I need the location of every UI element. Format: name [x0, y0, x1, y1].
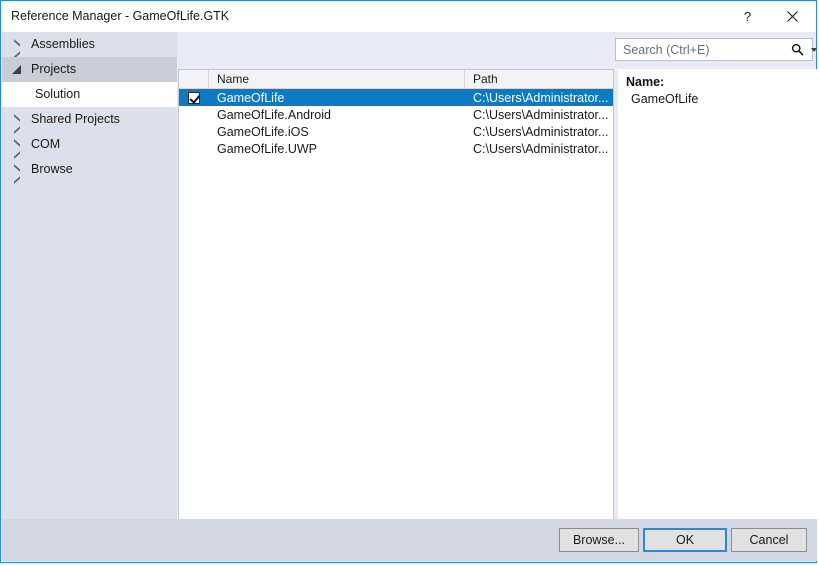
category-tree: Assemblies Projects Solution Shared Proj…: [2, 32, 177, 522]
title-bar: Reference Manager - GameOfLife.GTK ?: [1, 1, 816, 32]
sidebar-item-label: Browse: [31, 162, 73, 177]
chevron-right-icon: [12, 114, 23, 125]
chevron-down-icon: [12, 64, 23, 75]
sidebar-item-assemblies[interactable]: Assemblies: [2, 32, 177, 57]
sidebar-item-browse[interactable]: Browse: [2, 157, 177, 182]
table-row[interactable]: GameOfLife.iOS C:\Users\Administrator...: [179, 123, 613, 140]
row-checkbox-cell[interactable]: [179, 106, 209, 123]
browse-button[interactable]: Browse...: [559, 528, 639, 552]
magnifier-icon[interactable]: [788, 39, 807, 60]
details-name-label: Name:: [626, 75, 665, 89]
page-title: Reference Manager - GameOfLife.GTK: [11, 9, 230, 23]
column-header-path[interactable]: Path: [465, 70, 613, 88]
row-checkbox-cell[interactable]: [179, 89, 209, 106]
search-input[interactable]: [616, 40, 788, 59]
chevron-right-icon: [12, 139, 23, 150]
column-header-name[interactable]: Name: [209, 70, 465, 88]
sidebar-item-projects[interactable]: Projects: [2, 57, 177, 82]
chevron-right-icon: [12, 164, 23, 175]
sidebar-item-shared-projects[interactable]: Shared Projects: [2, 107, 177, 132]
table-row[interactable]: GameOfLife.UWP C:\Users\Administrator...: [179, 140, 613, 157]
row-name: GameOfLife: [217, 90, 285, 105]
row-name: GameOfLife.UWP: [217, 141, 318, 156]
row-checkbox-cell[interactable]: [179, 140, 209, 157]
checkbox-checked-icon[interactable]: [188, 91, 200, 104]
sidebar-item-label: Shared Projects: [31, 112, 120, 127]
reference-manager-dialog: Reference Manager - GameOfLife.GTK ? Ass…: [0, 0, 817, 563]
chevron-right-icon: [12, 39, 23, 50]
row-checkbox-cell[interactable]: [179, 123, 209, 140]
sidebar-item-label: Solution: [35, 87, 81, 102]
help-button[interactable]: ?: [725, 1, 770, 31]
chevron-down-icon[interactable]: [807, 39, 819, 60]
close-button[interactable]: [770, 1, 815, 31]
details-name-value: GameOfLife: [631, 92, 699, 106]
search-box[interactable]: [615, 38, 813, 61]
list-header-row: Name Path: [179, 70, 613, 89]
ok-button[interactable]: OK: [643, 528, 727, 552]
sidebar-item-label: COM: [31, 137, 61, 152]
sidebar-item-label: Projects: [31, 62, 77, 77]
row-path: C:\Users\Administrator...: [473, 107, 609, 122]
table-row[interactable]: GameOfLife C:\Users\Administrator...: [179, 89, 613, 106]
sidebar-item-com[interactable]: COM: [2, 132, 177, 157]
row-path: C:\Users\Administrator...: [473, 90, 609, 105]
row-path: C:\Users\Administrator...: [473, 141, 609, 156]
sidebar-item-solution[interactable]: Solution: [2, 82, 177, 107]
column-header-checkbox[interactable]: [179, 70, 209, 88]
close-icon: [787, 10, 798, 22]
table-row[interactable]: GameOfLife.Android C:\Users\Administrato…: [179, 106, 613, 123]
row-name: GameOfLife.iOS: [217, 124, 309, 139]
row-name: GameOfLife.Android: [217, 107, 331, 122]
cancel-button[interactable]: Cancel: [731, 528, 807, 552]
dialog-footer: Browse... OK Cancel: [2, 519, 817, 561]
details-panel: Name: GameOfLife: [618, 69, 817, 521]
sidebar-item-label: Assemblies: [31, 37, 95, 52]
row-path: C:\Users\Administrator...: [473, 124, 609, 139]
projects-list: Name Path GameOfLife C:\Users\Administra…: [178, 69, 614, 521]
list-body: GameOfLife C:\Users\Administrator... Gam…: [179, 89, 613, 157]
question-mark-icon: ?: [743, 8, 752, 24]
